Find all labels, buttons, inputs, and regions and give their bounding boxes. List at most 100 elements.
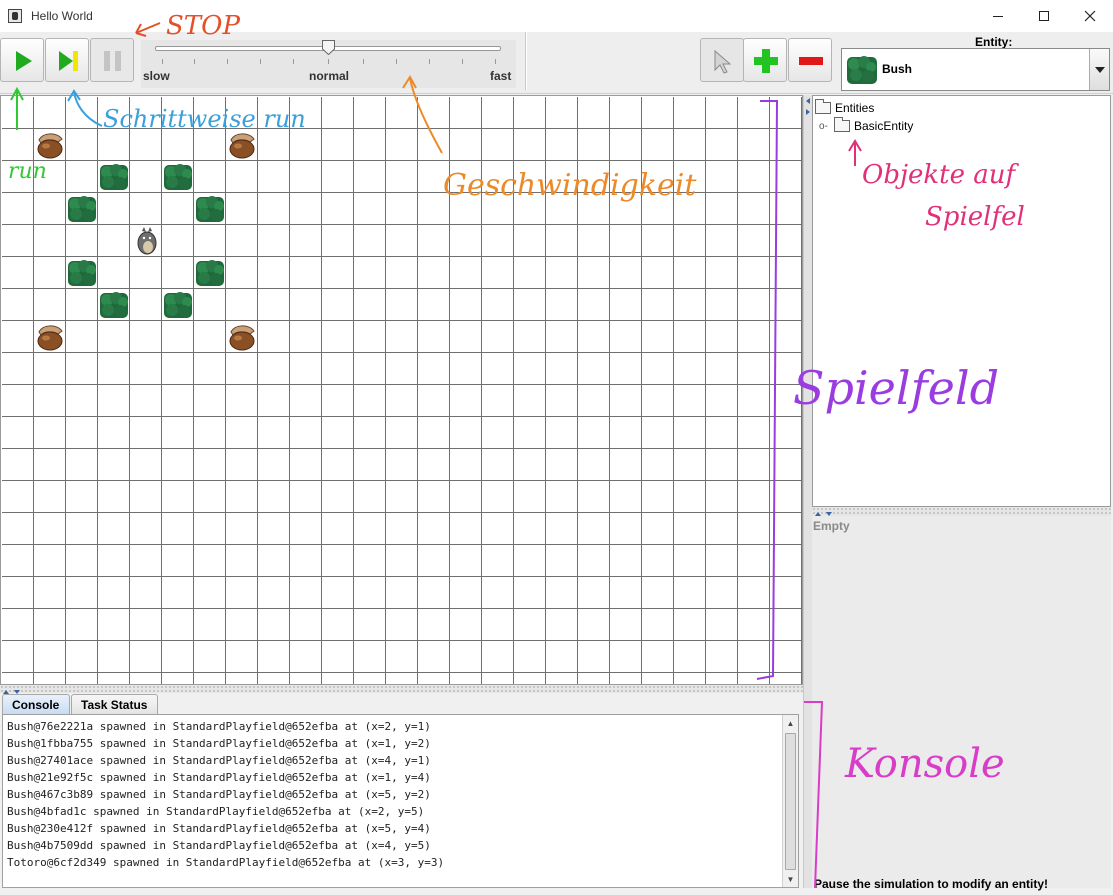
console-line: Bush@467c3b89 spawned in StandardPlayfie…	[7, 788, 431, 801]
slider-tick	[260, 59, 261, 64]
inspector-hint: Pause the simulation to modify an entity…	[814, 877, 1049, 891]
nut-icon	[37, 133, 63, 159]
console-line: Bush@27401ace spawned in StandardPlayfie…	[7, 754, 431, 767]
tab-task-status[interactable]: Task Status	[71, 694, 158, 714]
nut-entity[interactable]	[226, 321, 258, 353]
maximize-button[interactable]	[1021, 0, 1067, 32]
slider-tick	[396, 59, 397, 64]
horizontal-splitter[interactable]	[0, 685, 803, 694]
title-bar: Hello World	[0, 0, 1113, 32]
entity-dropdown[interactable]: Bush	[841, 48, 1110, 91]
totoro-icon	[137, 227, 157, 255]
scroll-down-icon[interactable]: ▼	[783, 871, 798, 887]
play-icon	[16, 51, 32, 71]
slider-tick	[429, 59, 430, 64]
minimize-button[interactable]	[975, 0, 1021, 32]
expand-handle-icon[interactable]: o-	[819, 121, 831, 132]
console-line: Bush@4bfad1c spawned in StandardPlayfiel…	[7, 805, 425, 818]
inspector-empty-label: Empty	[813, 519, 850, 533]
nut-icon	[229, 325, 255, 351]
slider-tick	[194, 59, 195, 64]
maximize-icon	[1039, 11, 1049, 21]
bush-entity[interactable]	[162, 161, 194, 193]
dropdown-arrow-button[interactable]	[1089, 49, 1109, 90]
run-button[interactable]	[0, 38, 44, 82]
slider-tick	[363, 59, 364, 64]
window-title: Hello World	[31, 9, 93, 23]
console-line: Totoro@6cf2d349 spawned in StandardPlayf…	[7, 856, 445, 869]
entity-label: Entity:	[975, 35, 1013, 49]
pause-button[interactable]	[90, 38, 134, 82]
bush-icon	[100, 292, 128, 318]
console-panel[interactable]: Bush@76e2221a spawned in StandardPlayfie…	[2, 714, 799, 888]
entity-inspector: Empty Pause the simulation to modify an …	[812, 516, 1111, 891]
nut-entity[interactable]	[34, 129, 66, 161]
pause-icon	[104, 51, 121, 71]
bush-icon	[68, 260, 96, 286]
bush-entity[interactable]	[66, 257, 98, 289]
toolbar-separator	[525, 32, 527, 90]
close-button[interactable]	[1067, 0, 1113, 32]
bush-icon	[68, 196, 96, 222]
nut-icon	[37, 325, 63, 351]
bush-icon	[196, 260, 224, 286]
tree-node-label: BasicEntity	[854, 119, 914, 133]
console-scrollbar[interactable]: ▲ ▼	[782, 715, 798, 887]
bush-entity[interactable]	[162, 289, 194, 321]
bush-entity[interactable]	[98, 289, 130, 321]
tab-console[interactable]: Console	[2, 694, 70, 714]
step-icon	[59, 51, 78, 71]
slider-tick	[328, 59, 329, 64]
scroll-thumb[interactable]	[785, 733, 796, 870]
totoro-entity[interactable]	[130, 225, 162, 257]
speed-slider[interactable]: slow normal fast	[141, 40, 516, 88]
bush-icon	[100, 164, 128, 190]
bush-icon	[164, 164, 192, 190]
chevron-down-icon	[1095, 67, 1105, 73]
folder-icon	[815, 99, 831, 114]
playfield-panel	[0, 95, 803, 685]
pointer-icon	[714, 49, 732, 74]
scroll-up-icon[interactable]: ▲	[783, 715, 798, 731]
close-icon	[1084, 10, 1096, 22]
folder-icon	[834, 117, 850, 132]
bush-entity[interactable]	[98, 161, 130, 193]
plus-icon	[754, 49, 778, 73]
speed-label-slow: slow	[143, 69, 170, 83]
console-line: Bush@4b7509dd spawned in StandardPlayfie…	[7, 839, 431, 852]
nut-entity[interactable]	[226, 129, 258, 161]
slider-tick	[227, 59, 228, 64]
bush-entity[interactable]	[194, 257, 226, 289]
tree-node-entities[interactable]: Entities	[815, 99, 874, 115]
slider-tick	[293, 59, 294, 64]
console-line: Bush@76e2221a spawned in StandardPlayfie…	[7, 720, 431, 733]
slider-thumb[interactable]	[322, 40, 335, 55]
java-app-icon	[8, 9, 22, 23]
console-line: Bush@1fbba755 spawned in StandardPlayfie…	[7, 737, 431, 750]
select-tool-button[interactable]	[700, 38, 744, 82]
minimize-icon	[993, 16, 1003, 17]
bush-entity[interactable]	[194, 193, 226, 225]
bush-entity[interactable]	[66, 193, 98, 225]
entity-dropdown-value: Bush	[882, 62, 912, 76]
console-output[interactable]: Bush@76e2221a spawned in StandardPlayfie…	[7, 718, 777, 871]
speed-label-fast: fast	[490, 69, 512, 83]
toolbar: slow normal fast Entity: Bush	[0, 32, 1113, 94]
speed-label-normal: normal	[309, 69, 350, 83]
vertical-splitter[interactable]	[803, 95, 812, 888]
playfield-grid[interactable]	[2, 97, 802, 684]
console-line: Bush@230e412f spawned in StandardPlayfie…	[7, 822, 431, 835]
console-line: Bush@21e92f5c spawned in StandardPlayfie…	[7, 771, 431, 784]
slider-tick	[162, 59, 163, 64]
nut-entity[interactable]	[34, 321, 66, 353]
step-button[interactable]	[45, 38, 89, 82]
slider-tick	[462, 59, 463, 64]
entity-tree: Entities o- BasicEntity	[812, 95, 1111, 507]
remove-entity-button[interactable]	[788, 38, 832, 82]
inspector-splitter[interactable]	[812, 507, 1111, 516]
tree-node-basicentity[interactable]: o- BasicEntity	[819, 117, 914, 133]
nut-icon	[229, 133, 255, 159]
slider-tick	[495, 59, 496, 64]
add-entity-button[interactable]	[743, 38, 787, 82]
bush-icon	[847, 56, 877, 84]
